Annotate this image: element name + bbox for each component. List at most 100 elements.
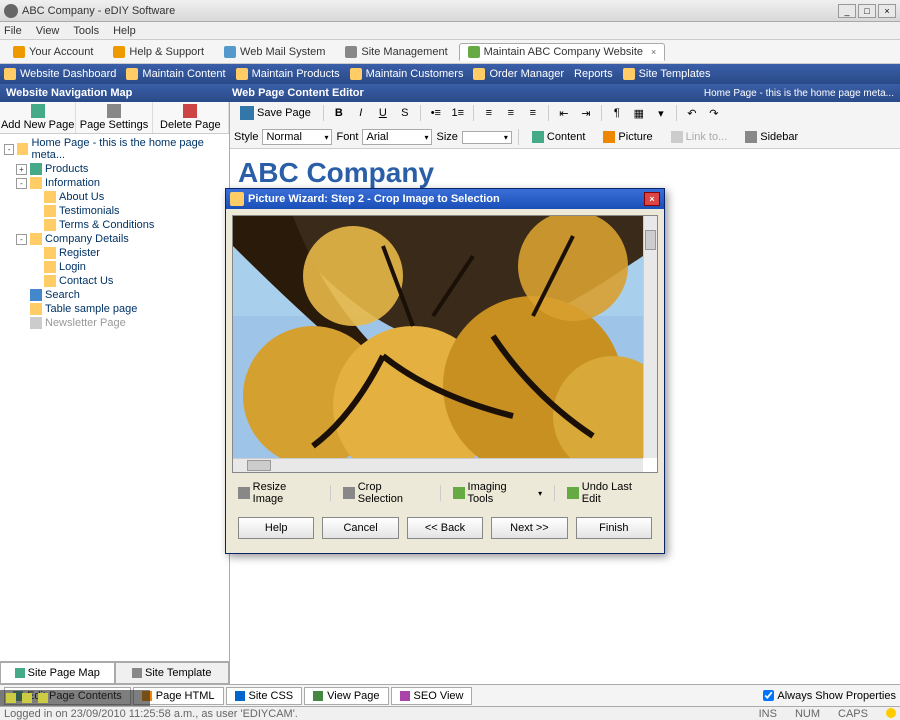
nav-reports[interactable]: Reports — [574, 68, 613, 80]
outdent-button[interactable]: ⇤ — [555, 104, 573, 122]
insert-picture-button[interactable]: Picture — [596, 128, 659, 146]
align-left-button[interactable]: ≡ — [480, 104, 498, 122]
dialog-title: Picture Wizard: Step 2 - Crop Image to S… — [248, 193, 500, 205]
tree-company-details[interactable]: -Company Details — [2, 232, 227, 246]
pause-icon[interactable] — [22, 693, 32, 703]
menu-view[interactable]: View — [36, 25, 60, 37]
tree-terms[interactable]: Terms & Conditions — [2, 218, 227, 232]
resize-icon — [238, 487, 250, 499]
redo-button[interactable]: ↷ — [705, 104, 723, 122]
tree-testimonials[interactable]: Testimonials — [2, 204, 227, 218]
play-icon[interactable] — [6, 693, 16, 703]
back-button[interactable]: << Back — [407, 517, 483, 539]
scroll-thumb[interactable] — [645, 230, 656, 250]
always-show-properties-checkbox[interactable]: Always Show Properties — [763, 690, 896, 702]
menu-file[interactable]: File — [4, 25, 22, 37]
tree-login[interactable]: Login — [2, 260, 227, 274]
menu-help[interactable]: Help — [113, 25, 136, 37]
tree-table-sample[interactable]: Table sample page — [2, 302, 227, 316]
add-new-page-button[interactable]: Add New Page — [0, 102, 76, 133]
tab-your-account[interactable]: Your Account — [4, 43, 102, 61]
tree-about-us[interactable]: About Us — [2, 190, 227, 204]
app-icon — [4, 4, 18, 18]
link-to-button[interactable]: Link to... — [664, 128, 735, 146]
map-icon — [15, 668, 25, 678]
status-text: Logged in on 23/09/2010 11:25:58 a.m., a… — [4, 708, 298, 720]
css-icon — [235, 691, 245, 701]
para-button[interactable]: ¶ — [608, 104, 626, 122]
lefttab-site-template[interactable]: Site Template — [115, 662, 230, 684]
ol-button[interactable]: 1≡ — [449, 104, 467, 122]
maximize-button[interactable]: □ — [858, 4, 876, 18]
font-select[interactable]: Arial▾ — [362, 129, 432, 145]
tree-search[interactable]: Search — [2, 288, 227, 302]
indent-button[interactable]: ⇥ — [577, 104, 595, 122]
cancel-button[interactable]: Cancel — [322, 517, 398, 539]
underline-button[interactable]: U — [374, 104, 392, 122]
navigation-tree[interactable]: -Home Page - this is the home page meta.… — [0, 134, 229, 661]
align-right-button[interactable]: ≡ — [524, 104, 542, 122]
horizontal-scrollbar[interactable] — [233, 458, 643, 472]
tree-register[interactable]: Register — [2, 246, 227, 260]
imaging-tools-dropdown[interactable]: Imaging Tools▾ — [447, 479, 548, 507]
tree-contact-us[interactable]: Contact Us — [2, 274, 227, 288]
table-button[interactable]: ▦ — [630, 104, 648, 122]
finish-button[interactable]: Finish — [576, 517, 652, 539]
italic-button[interactable]: I — [352, 104, 370, 122]
lefttab-site-page-map[interactable]: Site Page Map — [0, 662, 115, 684]
size-select[interactable]: ▾ — [462, 131, 512, 144]
tab-web-mail[interactable]: Web Mail System — [215, 43, 334, 61]
close-button[interactable]: × — [878, 4, 896, 18]
tree-newsletter[interactable]: Newsletter Page — [2, 316, 227, 330]
bold-button[interactable]: B — [330, 104, 348, 122]
expand-icon[interactable]: - — [4, 144, 14, 155]
image-preview[interactable] — [232, 215, 658, 473]
vertical-scrollbar[interactable] — [643, 216, 657, 458]
minimize-button[interactable]: _ — [838, 4, 856, 18]
save-page-button[interactable]: Save Page — [234, 104, 317, 122]
ul-button[interactable]: •≡ — [427, 104, 445, 122]
tab-seo-view[interactable]: SEO View — [391, 687, 473, 705]
expand-icon[interactable]: + — [16, 164, 27, 175]
tree-home[interactable]: -Home Page - this is the home page meta.… — [2, 136, 227, 162]
page-icon — [30, 177, 42, 189]
delete-page-button[interactable]: Delete Page — [153, 102, 229, 133]
orders-icon — [473, 68, 485, 80]
nav-dashboard[interactable]: Website Dashboard — [4, 68, 116, 80]
insert-content-button[interactable]: Content — [525, 128, 593, 146]
close-tab-icon[interactable]: × — [651, 47, 656, 57]
tab-site-css[interactable]: Site CSS — [226, 687, 303, 705]
nav-maintain-content[interactable]: Maintain Content — [126, 68, 225, 80]
menu-tools[interactable]: Tools — [73, 25, 99, 37]
undo-button[interactable]: ↶ — [683, 104, 701, 122]
tab-maintain-website[interactable]: Maintain ABC Company Website× — [459, 43, 666, 61]
style-label: Style — [234, 131, 258, 143]
sidebar-button[interactable]: Sidebar — [738, 128, 805, 146]
templates-icon — [623, 68, 635, 80]
nav-order-manager[interactable]: Order Manager — [473, 68, 564, 80]
page-settings-button[interactable]: Page Settings — [76, 102, 152, 133]
nav-maintain-products[interactable]: Maintain Products — [236, 68, 340, 80]
nav-site-templates[interactable]: Site Templates — [623, 68, 711, 80]
help-button[interactable]: Help — [238, 517, 314, 539]
stop-icon[interactable] — [38, 693, 48, 703]
scroll-thumb[interactable] — [247, 460, 271, 471]
arrow-button[interactable]: ▾ — [652, 104, 670, 122]
nav-maintain-customers[interactable]: Maintain Customers — [350, 68, 464, 80]
undo-last-edit-button[interactable]: Undo Last Edit — [561, 479, 658, 507]
tab-view-page[interactable]: View Page — [304, 687, 388, 705]
tree-information[interactable]: -Information — [2, 176, 227, 190]
dialog-close-button[interactable]: × — [644, 192, 660, 206]
resize-image-button[interactable]: Resize Image — [232, 479, 324, 507]
style-select[interactable]: Normal▾ — [262, 129, 332, 145]
crop-selection-button[interactable]: Crop Selection — [337, 479, 434, 507]
strike-button[interactable]: S — [396, 104, 414, 122]
collapse-icon[interactable]: - — [16, 234, 27, 245]
status-indicator — [886, 708, 896, 718]
collapse-icon[interactable]: - — [16, 178, 27, 189]
next-button[interactable]: Next >> — [491, 517, 567, 539]
align-center-button[interactable]: ≡ — [502, 104, 520, 122]
tab-site-management[interactable]: Site Management — [336, 43, 456, 61]
tree-products[interactable]: +Products — [2, 162, 227, 176]
tab-help-support[interactable]: Help & Support — [104, 43, 213, 61]
